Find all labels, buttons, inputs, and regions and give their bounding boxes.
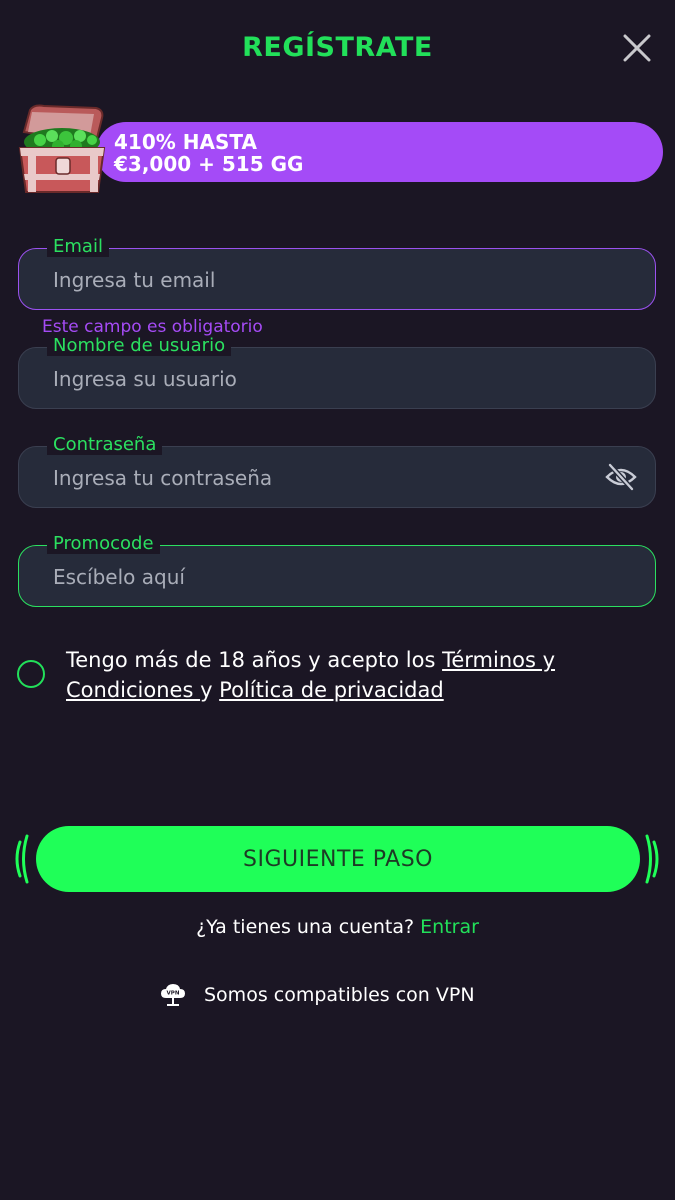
vpn-notice: VPN Somos compatibles con VPN [160, 982, 475, 1008]
promo-banner: 410% HASTA €3,000 + 515 GG [96, 122, 663, 182]
vpn-cloud-icon: VPN [161, 984, 185, 1006]
promo-line-1: 410% HASTA [114, 130, 257, 154]
email-input[interactable] [51, 249, 595, 311]
username-field[interactable]: Nombre de usuario [18, 336, 656, 410]
close-icon[interactable] [621, 32, 653, 64]
eye-slash-icon[interactable] [605, 462, 637, 492]
age-terms-checkbox[interactable] [17, 660, 45, 688]
email-error: Este campo es obligatorio [42, 317, 263, 337]
promocode-field[interactable]: Promocode [18, 534, 656, 608]
password-input[interactable] [51, 447, 595, 509]
login-prompt: ¿Ya tienes una cuenta? Entrar [0, 916, 675, 938]
vpn-icon-text: VPN [167, 991, 180, 997]
login-link[interactable]: Entrar [420, 916, 479, 938]
next-step-button[interactable]: SIGUIENTE PASO [36, 826, 640, 892]
privacy-link[interactable]: Política de privacidad [219, 678, 444, 702]
promo-text: 410% HASTA €3,000 + 515 GG [114, 131, 303, 175]
email-field[interactable]: Email [18, 237, 656, 311]
terms-prefix: Tengo más de 18 años y acepto los [66, 648, 443, 672]
password-field[interactable]: Contraseña [18, 435, 656, 509]
vpn-text: Somos compatibles con VPN [204, 984, 475, 1006]
promo-line-2: €3,000 + 515 GG [114, 152, 304, 176]
page-title: REGÍSTRATE [242, 32, 433, 63]
treasure-chest-icon [10, 102, 110, 198]
terms-text: Tengo más de 18 años y acepto los Términ… [66, 645, 666, 705]
login-question: ¿Ya tienes una cuenta? [196, 916, 421, 938]
next-step-button-wrapper: SIGUIENTE PASO [14, 826, 660, 892]
terms-connector: y [200, 678, 220, 702]
username-input[interactable] [51, 348, 595, 410]
promocode-input[interactable] [51, 546, 595, 608]
